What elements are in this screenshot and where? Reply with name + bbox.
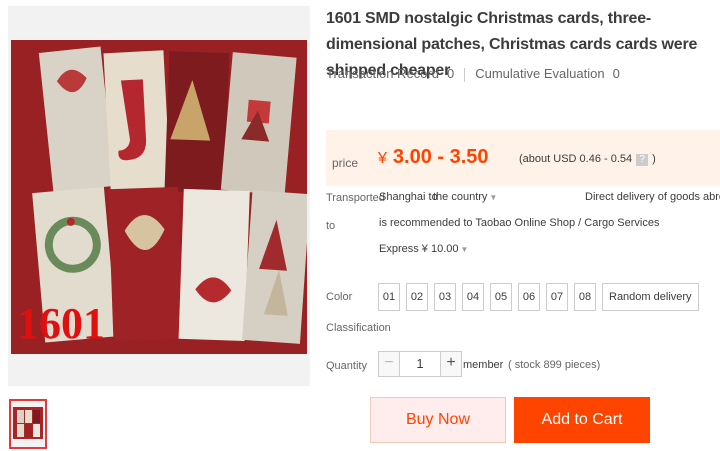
shipping-recommendation[interactable]: is recommended to Taobao Online Shop / C… bbox=[379, 217, 659, 229]
buy-now-button[interactable]: Buy Now bbox=[370, 397, 506, 443]
shipping-destination-label: the country bbox=[433, 191, 488, 203]
direct-delivery-notice: Direct delivery of goods abroad, it bbox=[585, 191, 720, 203]
color-option-08[interactable]: 08 bbox=[574, 283, 596, 311]
price-label: price bbox=[332, 156, 359, 170]
quantity-input[interactable]: 1 bbox=[400, 351, 440, 377]
color-option-04[interactable]: 04 bbox=[462, 283, 484, 311]
chevron-down-icon: ▼ bbox=[489, 193, 498, 202]
cumulative-evaluation-label[interactable]: Cumulative Evaluation bbox=[475, 66, 604, 81]
express-fee-label: Express ¥ 10.00 bbox=[379, 243, 459, 255]
stock-info: ( stock 899 pieces) bbox=[508, 359, 601, 371]
quantity-stepper: − 1 + bbox=[378, 351, 462, 377]
cumulative-evaluation-count: 0 bbox=[612, 66, 620, 81]
product-gallery: 1601 bbox=[8, 6, 310, 386]
stats-divider bbox=[464, 67, 466, 82]
color-option-01[interactable]: 01 bbox=[378, 283, 400, 311]
color-label: Color bbox=[326, 291, 353, 303]
thumbnail-1[interactable] bbox=[9, 399, 47, 449]
classification-label: Classification bbox=[326, 322, 391, 334]
usd-price: (about USD 0.46 - 0.54?) bbox=[519, 153, 656, 166]
color-options: 01 02 03 04 05 06 07 08 Random delivery bbox=[378, 283, 699, 311]
transaction-record-count: 0 bbox=[446, 66, 455, 81]
shipping-from: Shanghai to bbox=[379, 191, 438, 203]
shipping-destination-select[interactable]: the country ▼ bbox=[433, 191, 497, 203]
color-option-06[interactable]: 06 bbox=[518, 283, 540, 311]
color-option-02[interactable]: 02 bbox=[406, 283, 428, 311]
quantity-label: Quantity bbox=[326, 360, 367, 372]
help-icon[interactable]: ? bbox=[636, 154, 649, 166]
price-box: price ¥3.00 - 3.50 (about USD 0.46 - 0.5… bbox=[326, 130, 720, 186]
product-image-number: 1601 bbox=[17, 299, 105, 348]
shipping-label-to: to bbox=[326, 220, 336, 232]
usd-price-close: ) bbox=[652, 153, 656, 165]
color-option-random[interactable]: Random delivery bbox=[602, 283, 699, 311]
usd-price-text: (about USD 0.46 - 0.54 bbox=[519, 153, 633, 165]
color-option-05[interactable]: 05 bbox=[490, 283, 512, 311]
product-main-image[interactable]: 1601 bbox=[11, 40, 307, 354]
quantity-increase-button[interactable]: + bbox=[440, 351, 462, 377]
shipping-label: Transported bbox=[326, 192, 385, 204]
color-option-03[interactable]: 03 bbox=[434, 283, 456, 311]
transaction-record-label[interactable]: Transaction Record bbox=[326, 66, 439, 81]
price-value: ¥3.00 - 3.50 bbox=[378, 146, 489, 169]
add-to-cart-button[interactable]: Add to Cart bbox=[514, 397, 650, 443]
product-stats: Transaction Record 0 Cumulative Evaluation… bbox=[326, 66, 620, 82]
chevron-down-icon: ▼ bbox=[460, 245, 469, 254]
quantity-decrease-button[interactable]: − bbox=[378, 351, 400, 377]
currency-symbol: ¥ bbox=[378, 150, 387, 167]
price-range: 3.00 - 3.50 bbox=[392, 146, 489, 168]
color-option-07[interactable]: 07 bbox=[546, 283, 568, 311]
quantity-unit: member bbox=[463, 359, 504, 371]
express-fee-select[interactable]: Express ¥ 10.00 ▼ bbox=[379, 243, 468, 255]
